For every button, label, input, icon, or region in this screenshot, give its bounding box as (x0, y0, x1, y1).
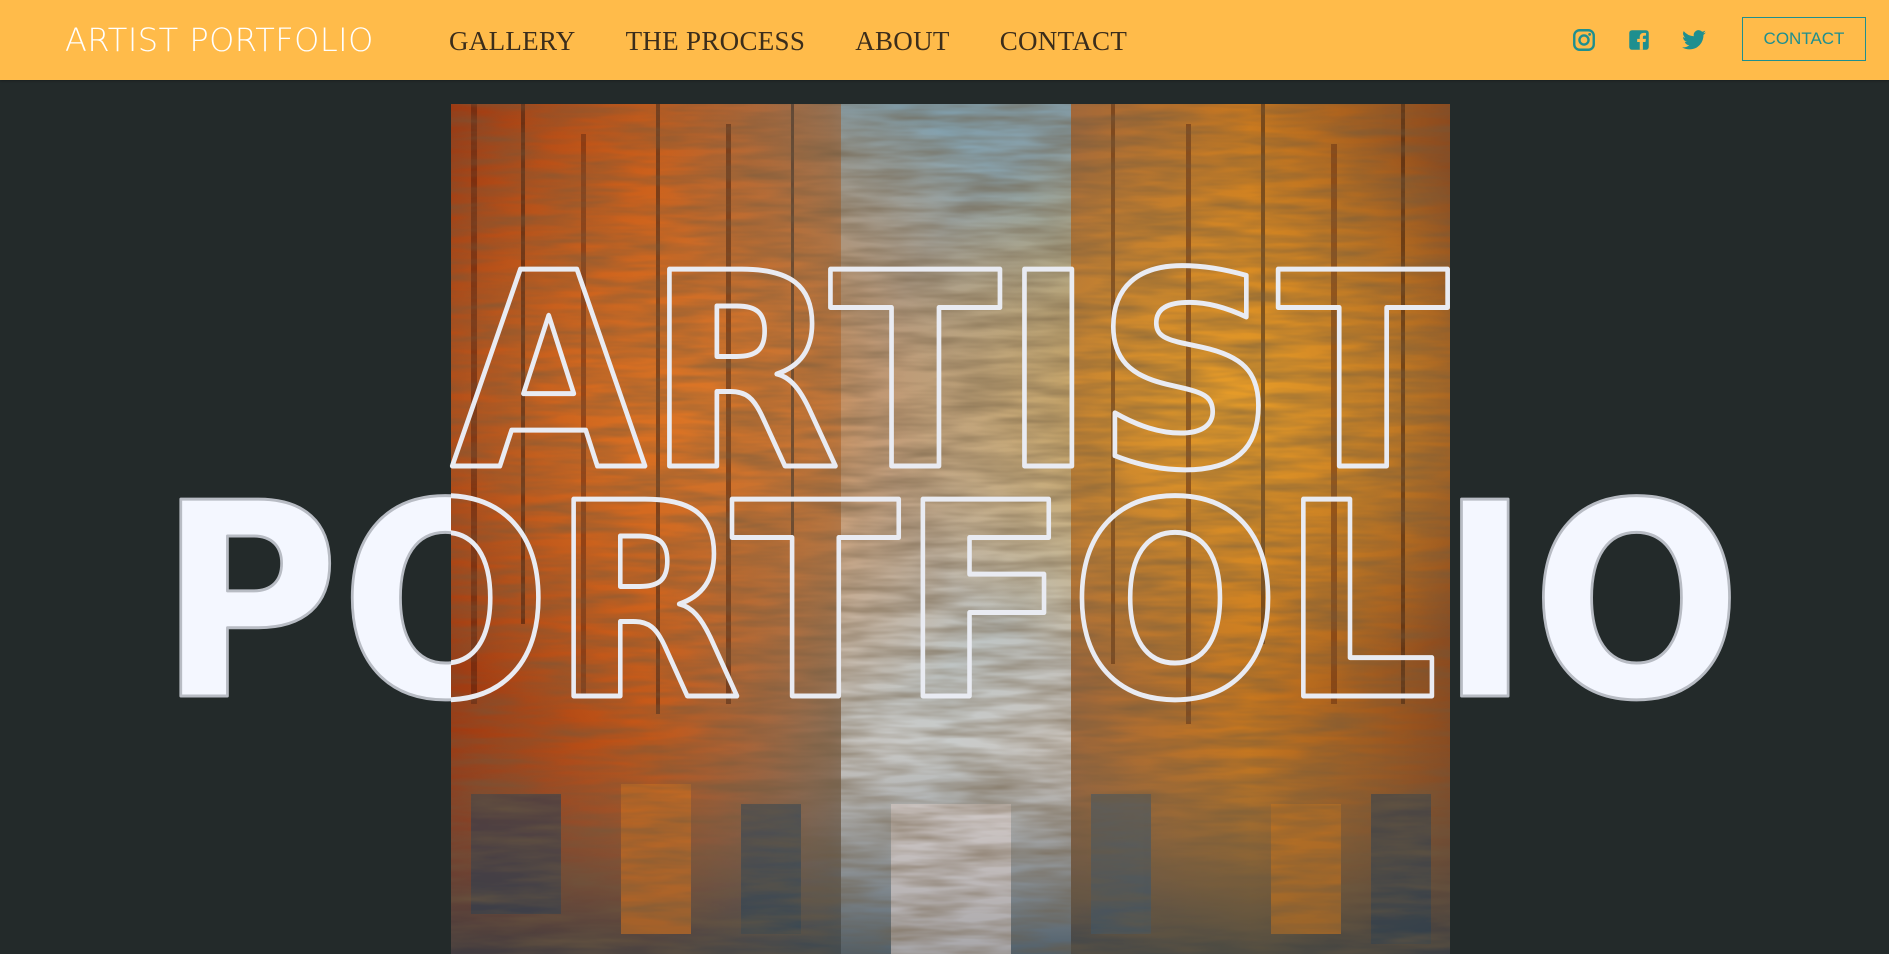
nav-gallery[interactable]: GALLERY (449, 22, 576, 60)
site-brand-logo[interactable]: ARTIST PORTFOLIO (65, 18, 374, 62)
twitter-icon[interactable] (1681, 27, 1707, 53)
nav-the-process[interactable]: THE PROCESS (626, 22, 806, 60)
hero-section: ARTIST PORTFOLIO PORTFOLIO (0, 80, 1889, 954)
main-nav: GALLERY THE PROCESS ABOUT CONTACT (449, 22, 1127, 60)
facebook-icon[interactable] (1626, 27, 1652, 53)
nav-contact[interactable]: CONTACT (1000, 22, 1127, 60)
contact-button[interactable]: CONTACT (1742, 17, 1866, 61)
instagram-icon[interactable] (1571, 27, 1597, 53)
top-navigation-bar: ARTIST PORTFOLIO GALLERY THE PROCESS ABO… (0, 0, 1889, 80)
nav-about[interactable]: ABOUT (855, 22, 950, 60)
hero-title-graphic: ARTIST PORTFOLIO PORTFOLIO (157, 213, 1744, 763)
